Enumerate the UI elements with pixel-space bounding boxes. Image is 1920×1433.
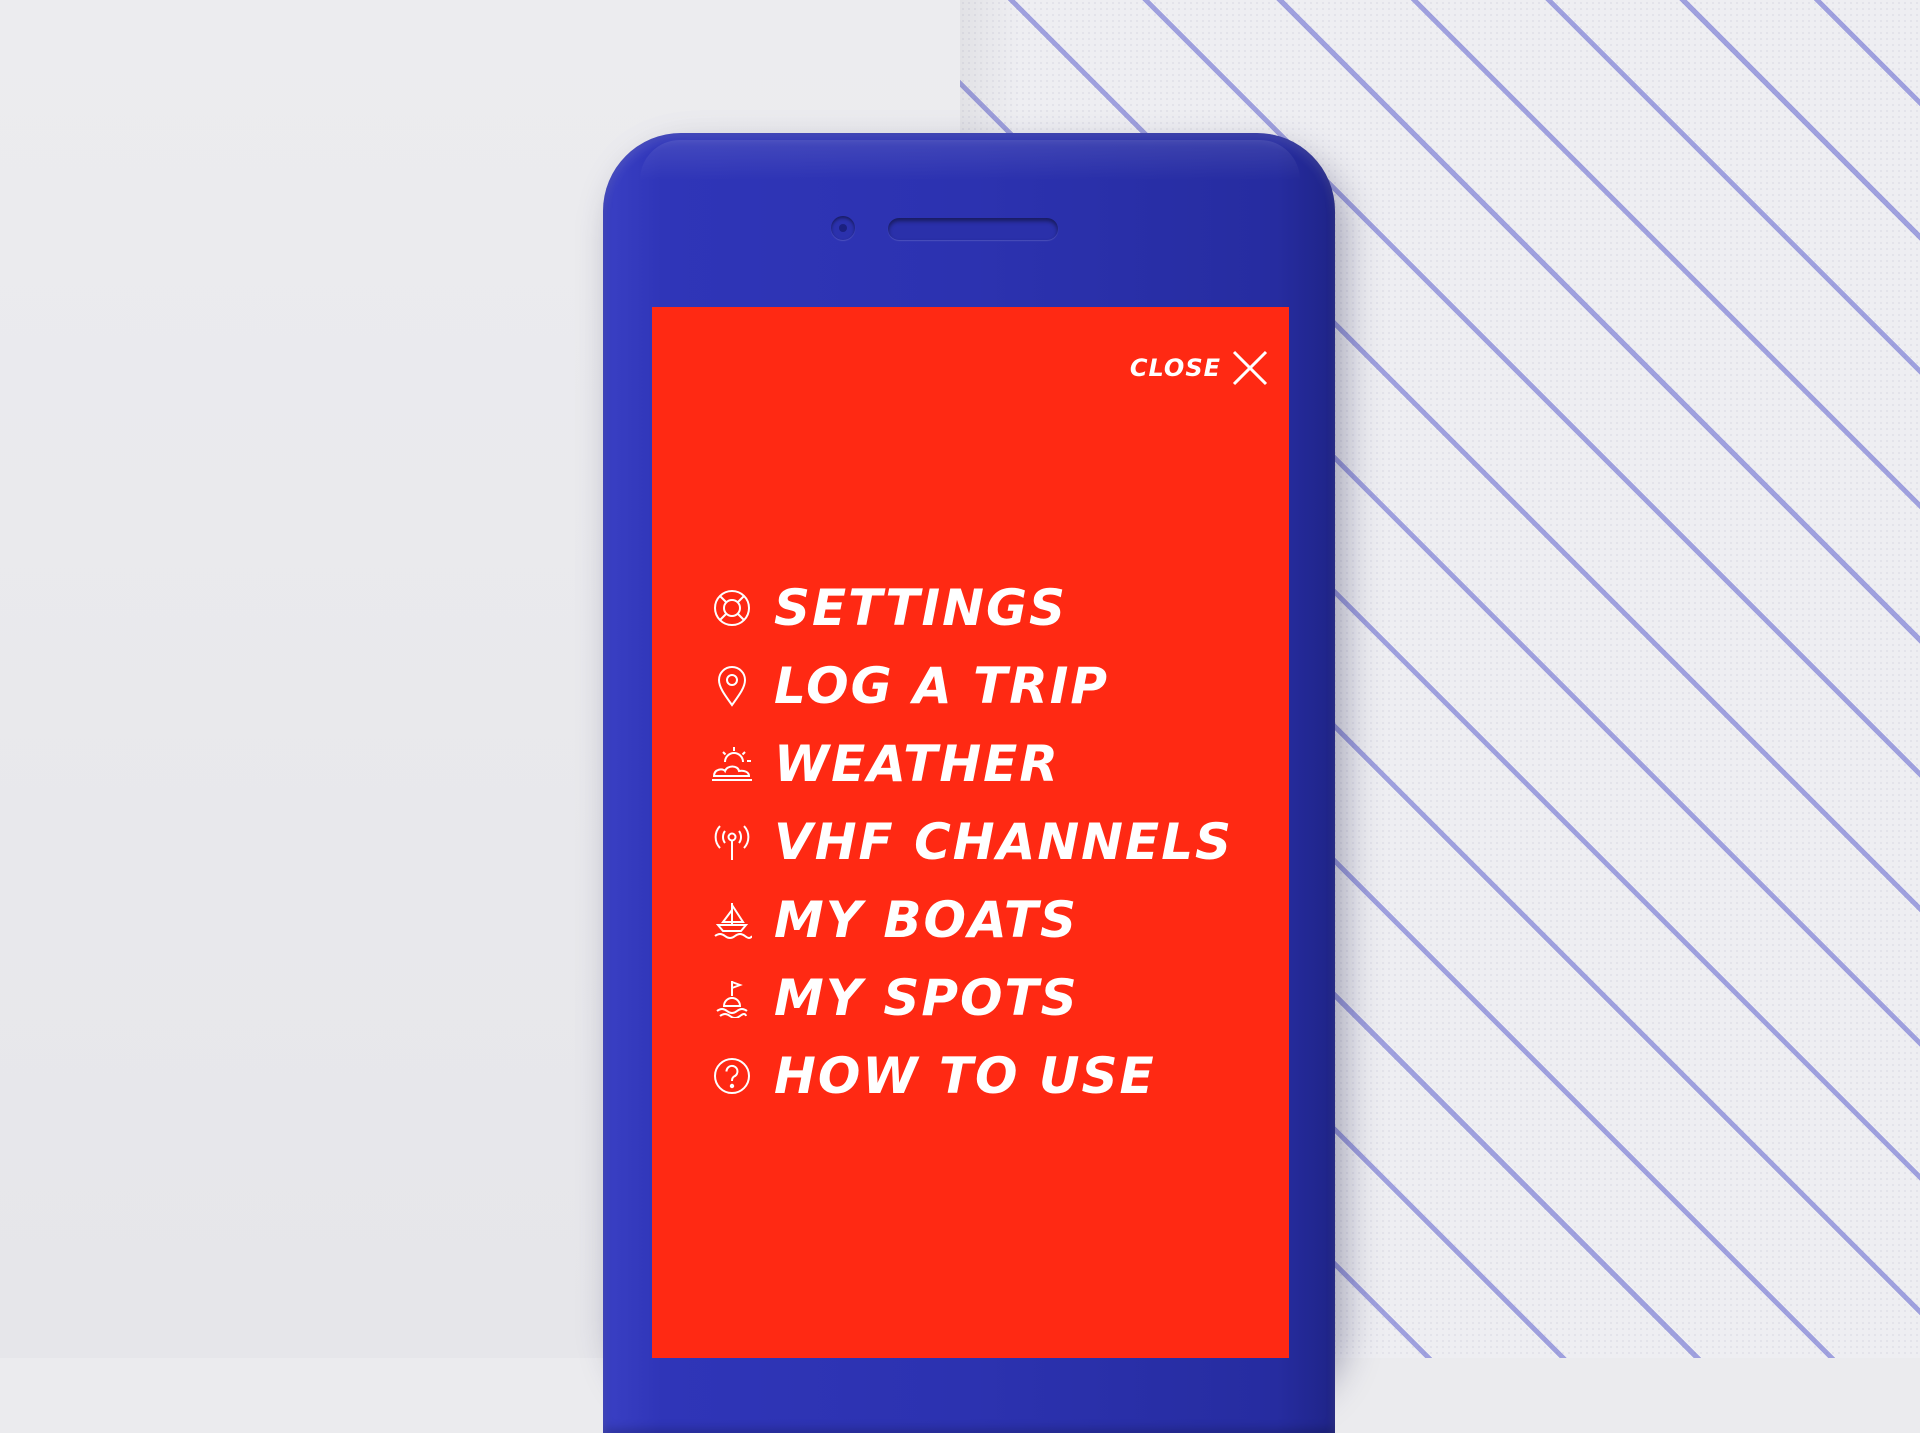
menu-item-label: LOG A TRIP [774, 657, 1109, 715]
phone-screen-menu: CLOSE SETTINGS LOG A TRIP WEATHER VHF CH… [652, 307, 1289, 1358]
phone-gloss [640, 140, 1300, 180]
sun-cloud-icon [710, 742, 754, 786]
close-button[interactable]: CLOSE [1130, 349, 1269, 387]
map-pin-icon [710, 664, 754, 708]
menu-item-label: MY SPOTS [774, 969, 1079, 1027]
menu-item-label: WEATHER [774, 735, 1060, 793]
menu-item-my-spots[interactable]: MY SPOTS [710, 959, 1233, 1037]
menu-item-weather[interactable]: WEATHER [710, 725, 1233, 803]
menu-item-label: VHF CHANNELS [774, 813, 1234, 871]
menu-item-my-boats[interactable]: MY BOATS [710, 881, 1233, 959]
menu-item-label: HOW TO USE [774, 1047, 1156, 1105]
lifebuoy-icon [710, 586, 754, 630]
menu-item-label: MY BOATS [774, 891, 1079, 949]
radio-antenna-icon [710, 820, 754, 864]
sailboat-icon [710, 898, 754, 942]
close-label: CLOSE [1129, 354, 1221, 382]
close-icon [1231, 349, 1269, 387]
menu-item-how-to-use[interactable]: HOW TO USE [710, 1037, 1233, 1115]
help-icon [710, 1054, 754, 1098]
menu-item-label: SETTINGS [774, 579, 1068, 637]
menu-item-vhf-channels[interactable]: VHF CHANNELS [710, 803, 1233, 881]
main-menu: SETTINGS LOG A TRIP WEATHER VHF CHANNELS… [710, 569, 1233, 1115]
earpiece-speaker [888, 218, 1058, 240]
menu-item-settings[interactable]: SETTINGS [710, 569, 1233, 647]
front-camera [831, 216, 855, 240]
buoy-icon [710, 976, 754, 1020]
menu-item-log-a-trip[interactable]: LOG A TRIP [710, 647, 1233, 725]
